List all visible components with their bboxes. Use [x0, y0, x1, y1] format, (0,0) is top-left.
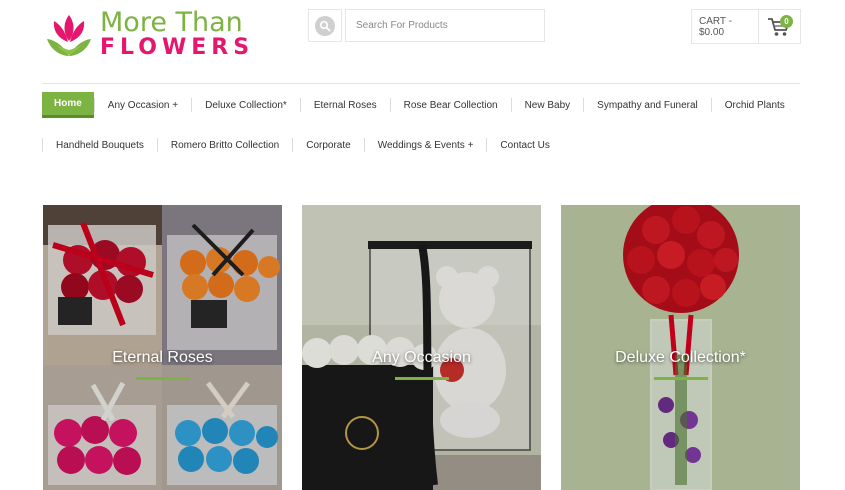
nav-sympathy-and-funeral[interactable]: Sympathy and Funeral [583, 98, 711, 112]
cart-count-badge: 0 [780, 15, 793, 28]
cart-widget[interactable]: CART - $0.00 0 [691, 9, 801, 44]
tile-title-underline [135, 377, 190, 380]
nav-home[interactable]: Home [42, 92, 94, 118]
nav-handheld-bouquets[interactable]: Handheld Bouquets [42, 138, 157, 152]
site-logo[interactable]: More Than FLOWERS [44, 9, 259, 59]
category-tile-any-occasion[interactable]: Any Occasion [302, 205, 541, 490]
tile-title[interactable]: Eternal Roses [43, 349, 282, 367]
nav-deluxe-collection[interactable]: Deluxe Collection* [191, 98, 300, 112]
category-tile-eternal-roses[interactable]: Eternal Roses [43, 205, 282, 490]
nav-romero-britto-collection[interactable]: Romero Britto Collection [156, 138, 292, 152]
tile-title-underline [394, 377, 449, 380]
deluxe-collection-photo [561, 205, 800, 490]
lotus-logo-icon [44, 9, 94, 59]
cart-icon[interactable]: 0 [759, 10, 800, 43]
nav-corporate[interactable]: Corporate [292, 138, 363, 152]
eternal-roses-photo [43, 205, 282, 490]
main-nav-row-1: Home Any Occasion + Deluxe Collection* E… [42, 92, 798, 118]
search-button[interactable] [308, 9, 342, 42]
tile-title-underline [653, 377, 708, 380]
header-divider [42, 83, 800, 84]
nav-any-occasion[interactable]: Any Occasion + [93, 98, 191, 112]
nav-orchid-plants[interactable]: Orchid Plants [710, 98, 798, 112]
cart-total[interactable]: CART - $0.00 [692, 10, 759, 43]
any-occasion-photo [302, 205, 541, 490]
search-icon [315, 15, 335, 36]
nav-eternal-roses[interactable]: Eternal Roses [299, 98, 390, 112]
nav-rose-bear-collection[interactable]: Rose Bear Collection [389, 98, 511, 112]
category-tile-deluxe-collection[interactable]: Deluxe Collection* [561, 205, 800, 490]
tile-title[interactable]: Deluxe Collection* [561, 349, 800, 367]
nav-weddings-and-events[interactable]: Weddings & Events + [363, 138, 487, 152]
nav-new-baby[interactable]: New Baby [510, 98, 584, 112]
nav-contact-us[interactable]: Contact Us [486, 138, 562, 152]
main-nav-row-2: Handheld Bouquets Romero Britto Collecti… [42, 132, 563, 158]
tile-title[interactable]: Any Occasion [302, 349, 541, 367]
logo-text-line2: FLOWERS [100, 35, 255, 60]
logo-text-line1: More Than [100, 7, 243, 38]
search-input[interactable] [345, 9, 545, 42]
